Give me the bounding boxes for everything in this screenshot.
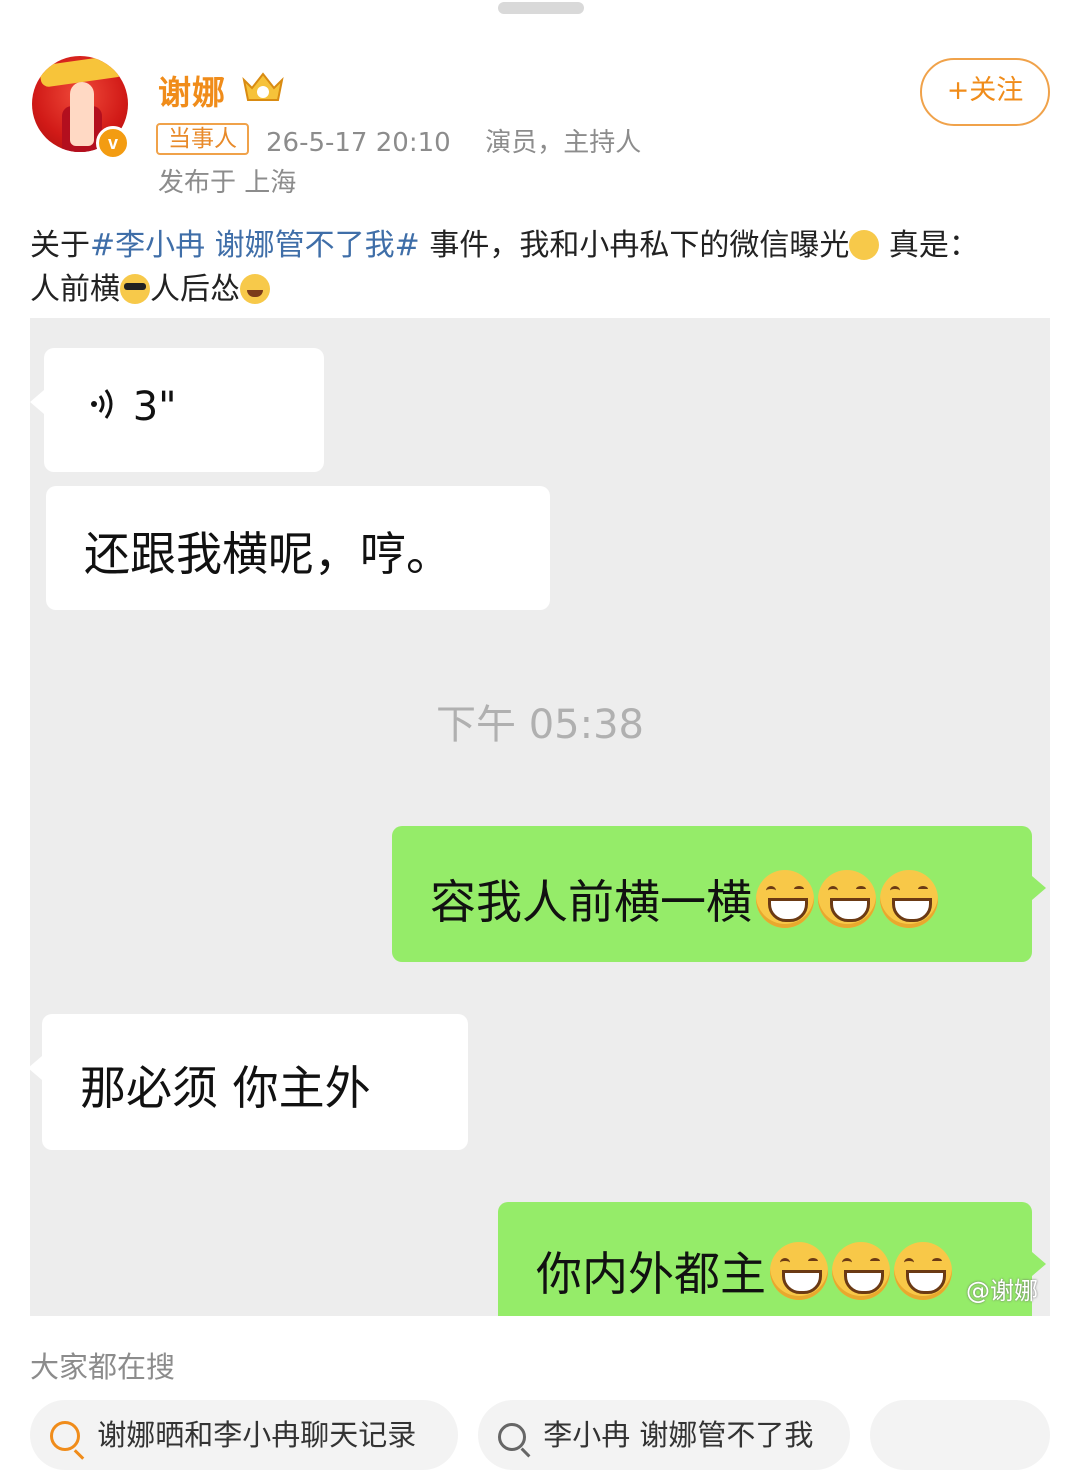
chat-message-text: 容我人前横一横: [430, 875, 752, 929]
post-text-middle: 事件，我和小冉私下的微信曝光: [419, 228, 850, 263]
post-time: 26-5-17 20:10: [266, 128, 451, 158]
follow-button[interactable]: +关注: [920, 58, 1050, 126]
grin-emoji-icon: [880, 870, 938, 928]
post-text-line2b: 人后怂: [150, 272, 240, 307]
chat-message-text: 你内外都主: [536, 1247, 766, 1301]
hot-search-icon: [50, 1421, 80, 1451]
grin-emoji-icon: [818, 870, 876, 928]
post-text: 关于#李小冉 谢娜管不了我# 事件，我和小冉私下的微信曝光 真是： 人前横 人后怂: [30, 224, 1050, 312]
voice-wave-icon: [91, 389, 113, 419]
post-meta: 26-5-17 20:10 演员，主持人: [266, 122, 641, 159]
laughing-emoji-icon: [240, 274, 270, 304]
search-chip[interactable]: 谢娜晒和李小冉聊天记录: [30, 1400, 458, 1470]
topic-link[interactable]: #李小冉 谢娜管不了我#: [90, 228, 420, 263]
chat-message-sent: 容我人前横一横: [392, 826, 1046, 962]
owner-tag: 当事人: [156, 123, 249, 155]
post-text-line2a: 人前横: [30, 272, 120, 307]
vip-crown-icon: [242, 72, 284, 101]
chat-timestamp: 下午 05:38: [436, 702, 644, 748]
author-name[interactable]: 谢娜: [158, 66, 226, 114]
avatar-figure: [70, 82, 94, 146]
voice-duration: 3": [132, 384, 177, 430]
search-chip-label: 谢娜晒和李小冉聊天记录: [97, 1418, 417, 1452]
post-location: 发布于 上海: [158, 168, 297, 198]
chat-message-received: 那必须 你主外: [30, 1014, 468, 1150]
drag-handle[interactable]: [498, 2, 584, 14]
search-chip[interactable]: [870, 1400, 1050, 1470]
thinking-emoji-icon: [849, 230, 880, 260]
chat-message-received: 还跟我横呢，哼。: [46, 486, 550, 610]
post-text-after: 真是：: [879, 228, 979, 263]
search-heading: 大家都在搜: [30, 1350, 176, 1384]
grin-emoji-icon: [832, 1242, 890, 1300]
grin-emoji-icon: [756, 870, 814, 928]
search-chip[interactable]: 李小冉 谢娜管不了我: [478, 1400, 850, 1470]
grin-emoji-icon: [770, 1242, 828, 1300]
grin-emoji-icon: [894, 1242, 952, 1300]
weibo-watermark: @谢娜: [966, 1277, 1038, 1305]
chat-screenshot-image[interactable]: 3" 还跟我横呢，哼。 下午 05:38 容我人前横一横 那必须 你主外 你内外…: [30, 318, 1050, 1316]
chat-message-sent: 你内外都主: [498, 1202, 1046, 1316]
voice-message-bubble: 3": [30, 348, 324, 472]
sunglasses-emoji-icon: [120, 274, 150, 304]
post-text-prefix: 关于: [30, 228, 90, 263]
search-icon: [498, 1423, 526, 1451]
author-bio: 演员，主持人: [485, 128, 642, 158]
verified-badge-icon: v: [96, 126, 130, 160]
search-chip-label: 李小冉 谢娜管不了我: [543, 1418, 814, 1452]
